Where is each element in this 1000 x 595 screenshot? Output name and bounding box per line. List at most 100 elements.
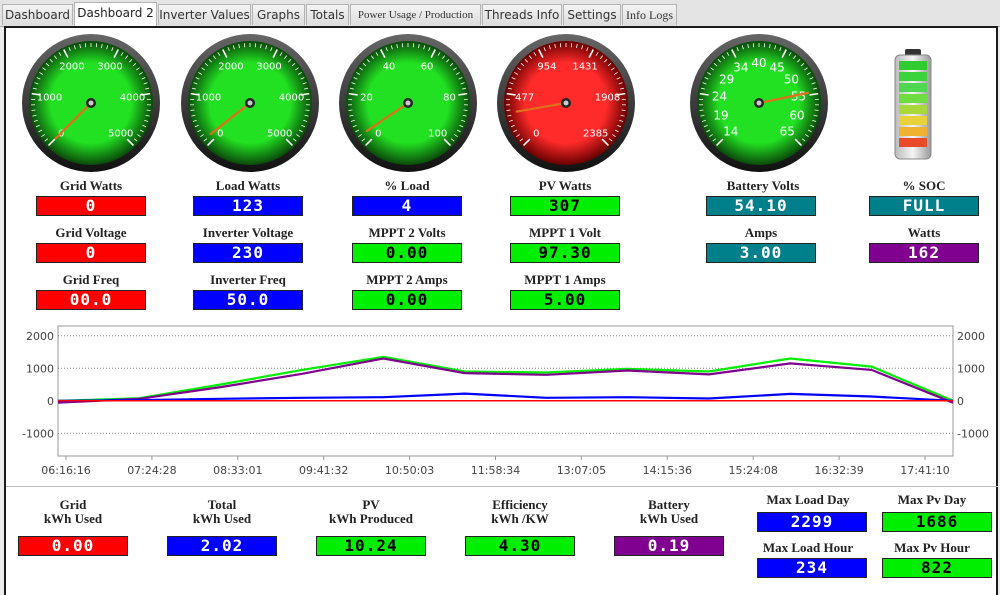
y-tick-label-right: -1000	[957, 427, 989, 440]
gauge-tick-label: 19	[713, 108, 728, 122]
inverter-freq-value: 50.0	[193, 290, 303, 310]
pv-watts-label: PV Watts	[538, 178, 592, 193]
gauge-tick-label: 50	[784, 72, 799, 86]
battery-volts-label: Battery Volts	[726, 178, 800, 193]
load-watts-value: 123	[193, 196, 303, 216]
gauge-tick-label: 477	[515, 92, 534, 103]
tab-threads-info[interactable]: Threads Info	[482, 4, 562, 25]
tab-bar: Dashboard Dashboard 2 Inverter Values Gr…	[0, 0, 1000, 27]
gauge-tick-label: 100	[428, 129, 447, 140]
mppt2-volts-label: MPPT 2 Volts	[368, 225, 446, 240]
x-tick-label: 08:33:01	[213, 464, 262, 477]
battery-kwh-label-line2: kWh Used	[639, 511, 699, 526]
grid-voltage-label: Grid Voltage	[55, 225, 127, 240]
gauge-tick-label: 65	[780, 124, 795, 138]
x-tick-label: 07:24:28	[127, 464, 176, 477]
mppt1-amps-label: MPPT 1 Amps	[524, 272, 606, 287]
gauge-tick-label: 45	[770, 60, 785, 74]
y-tick-label: 0	[47, 395, 54, 408]
battery-kwh-value: 0.19	[614, 536, 724, 556]
tab-power-usage-production[interactable]: Power Usage / Production	[350, 4, 481, 25]
max-load-day-value: 2299	[757, 512, 867, 532]
gauge-tick-label: 1000	[37, 92, 62, 103]
inverter-voltage-value: 230	[193, 243, 303, 263]
x-tick-label: 13:07:05	[557, 464, 606, 477]
gauge-tick-label: 4000	[120, 92, 145, 103]
y-tick-label: -1000	[22, 427, 54, 440]
inverter-voltage-label: Inverter Voltage	[202, 225, 294, 240]
x-tick-label: 06:16:16	[41, 464, 90, 477]
tab-dashboard[interactable]: Dashboard	[2, 4, 73, 25]
watts-label: Watts	[907, 225, 941, 240]
grid-watts-label: Grid Watts	[59, 178, 123, 193]
efficiency-value: 4.30	[465, 536, 575, 556]
efficiency-label-line1: Efficiency	[492, 497, 548, 512]
total-kwh-label-line2: kWh Used	[192, 511, 252, 526]
battery-volts-value: 54.10	[706, 196, 816, 216]
max-pv-hour-label: Max Pv Hour	[894, 540, 970, 555]
grid-voltage-value: 0	[36, 243, 146, 263]
gauge-tick-label: 1908	[595, 92, 620, 103]
inverter-freq-label: Inverter Freq	[210, 272, 286, 287]
gauge-tick-label: 3000	[97, 62, 122, 73]
grid-watts-gauge: 010002000300040005000	[22, 34, 160, 172]
x-tick-label: 16:32:39	[814, 464, 863, 477]
soc-label: % SOC	[902, 178, 946, 193]
gauge-tick-label: 24	[712, 90, 727, 104]
grid-kwh-label-line1: Grid	[59, 497, 87, 512]
max-pv-day-label: Max Pv Day	[897, 492, 967, 507]
pv-kwh-label-line2: kWh Produced	[329, 511, 413, 526]
gauge-tick-label: 80	[443, 92, 456, 103]
gauge-tick-label: 34	[733, 60, 748, 74]
total-kwh-label-line1: Total	[207, 497, 237, 512]
mppt1-volt-label: MPPT 1 Volt	[529, 225, 601, 240]
gauge-tick-label: 5000	[108, 129, 133, 140]
percent-load-label: % Load	[384, 178, 430, 193]
y-tick-label: 2000	[26, 330, 54, 343]
gauge-tick-label: 954	[537, 62, 556, 73]
gauge-tick-label: 14	[723, 124, 738, 138]
tab-totals[interactable]: Totals	[306, 4, 349, 25]
tab-dashboard-2[interactable]: Dashboard 2	[74, 2, 157, 27]
total-kwh-value: 2.02	[167, 536, 277, 556]
max-load-hour-value: 234	[757, 558, 867, 578]
pv-watts-value: 307	[510, 196, 620, 216]
max-load-hour-label: Max Load Hour	[762, 540, 854, 555]
battery-icon	[894, 49, 932, 160]
y-tick-label-right: 0	[957, 395, 964, 408]
tab-settings[interactable]: Settings	[563, 4, 621, 25]
amps-label: Amps	[744, 225, 778, 240]
gauge-tick-label: 3000	[256, 62, 281, 73]
mppt2-amps-value: 0.00	[352, 290, 462, 310]
pv-kwh-label-line1: PV	[362, 497, 380, 512]
load-watts-gauge: 0 1000 2000 3000 4000 5000	[181, 34, 319, 172]
tab-graphs[interactable]: Graphs	[252, 4, 305, 25]
gauge-tick-label: 29	[719, 72, 734, 86]
x-tick-label: 09:41:32	[299, 464, 348, 477]
mppt2-volts-value: 0.00	[352, 243, 462, 263]
gauge-tick-label: 20	[360, 92, 373, 103]
y-tick-label-right: 2000	[957, 330, 985, 343]
x-tick-label: 17:41:10	[900, 464, 949, 477]
pv-watts-gauge: 0 477 954 1431 1908 2385	[497, 34, 635, 172]
gauge-tick-label: 40	[751, 56, 766, 70]
percent-load-value: 4	[352, 196, 462, 216]
load-watts-label: Load Watts	[215, 178, 281, 193]
y-tick-label: 1000	[26, 362, 54, 375]
grid-watts-value: 0	[36, 196, 146, 216]
watts-value: 162	[869, 243, 979, 263]
power-history-chart: 2000 2000 1000 1000 0 0 -1000 -1000 06:16:16 07:2…	[22, 325, 989, 477]
max-pv-hour-value: 822	[882, 558, 992, 578]
battery-volts-gauge: 1419242934 40 4550556065	[690, 34, 828, 172]
mppt2-amps-label: MPPT 2 Amps	[366, 272, 448, 287]
tab-info-logs[interactable]: Info Logs	[622, 4, 677, 25]
grid-kwh-label-line2: kWh Used	[43, 511, 103, 526]
tab-inverter-values[interactable]: Inverter Values	[158, 4, 251, 25]
mppt1-amps-value: 5.00	[510, 290, 620, 310]
gauge-tick-label: 0	[533, 129, 539, 140]
gauge-tick-label: 2385	[583, 129, 608, 140]
battery-kwh-label-line1: Battery	[648, 497, 690, 512]
x-tick-label: 14:15:36	[643, 464, 692, 477]
gauge-tick-label: 1000	[196, 92, 221, 103]
max-load-day-label: Max Load Day	[766, 492, 850, 507]
